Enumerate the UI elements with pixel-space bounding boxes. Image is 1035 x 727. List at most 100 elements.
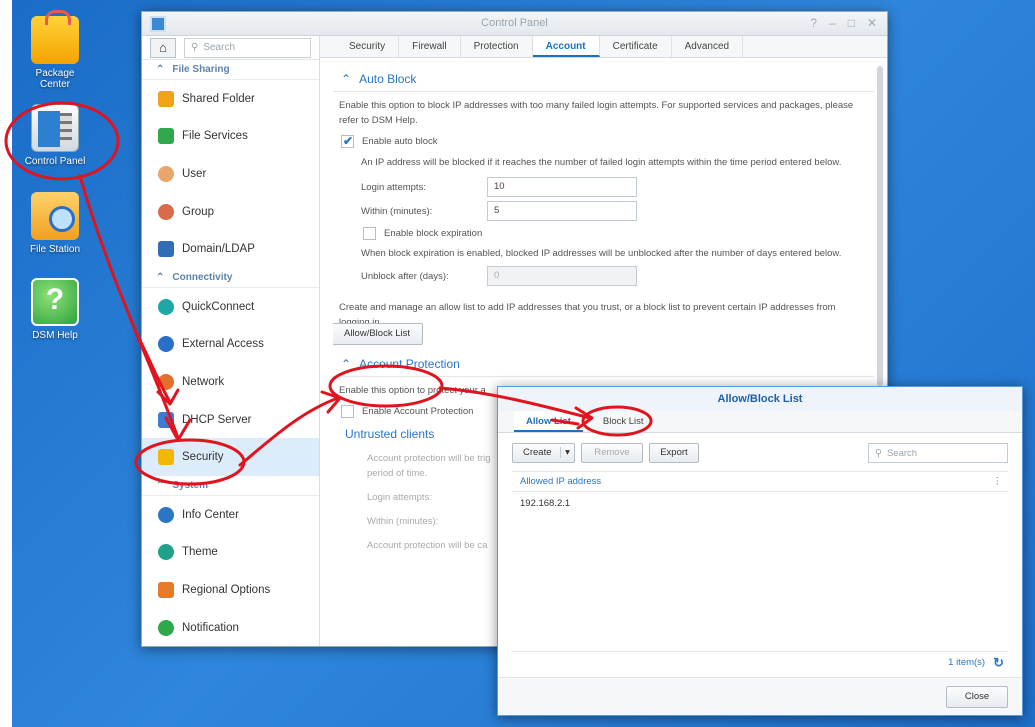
remove-button[interactable]: Remove bbox=[580, 443, 643, 463]
column-menu-icon[interactable]: ⋮ bbox=[993, 476, 1003, 487]
sidebar-search-input[interactable]: ⚲ Search bbox=[184, 37, 311, 58]
tab-firewall[interactable]: Firewall bbox=[399, 36, 461, 57]
scrollbar[interactable] bbox=[877, 66, 883, 386]
globe-icon bbox=[158, 336, 174, 353]
desktop-edge bbox=[0, 0, 12, 727]
allow-block-list-button[interactable]: Allow/Block List bbox=[333, 323, 423, 345]
section-account-protection[interactable]: ⌃ Account Protection bbox=[333, 351, 874, 377]
help-icon[interactable]: ? bbox=[810, 16, 817, 30]
desktop-package-center[interactable]: Package Center bbox=[12, 10, 98, 90]
section-auto-block[interactable]: ⌃ Auto Block bbox=[333, 66, 874, 92]
login-attempts-input[interactable]: 10 bbox=[487, 177, 637, 197]
chevron-down-icon[interactable]: ▾ bbox=[560, 447, 574, 458]
package-center-icon bbox=[31, 10, 79, 64]
sidebar-item-theme[interactable]: Theme bbox=[142, 534, 319, 572]
sidebar-item-domain-ldap[interactable]: Domain/LDAP bbox=[142, 230, 319, 268]
item-count: 1 item(s) bbox=[948, 657, 986, 668]
enable-block-expiration-label: Enable block expiration bbox=[384, 228, 483, 239]
create-button-label: Create bbox=[523, 447, 552, 458]
tab-allow-list[interactable]: Allow List bbox=[514, 411, 583, 432]
desktop-icon-label: File Station bbox=[29, 244, 81, 255]
dialog-tab-bar: Allow List Block List bbox=[498, 411, 1022, 433]
sidebar-item-label: User bbox=[182, 167, 207, 180]
sidebar-item-notification[interactable]: Notification bbox=[142, 609, 319, 646]
notification-icon bbox=[158, 619, 174, 636]
enable-account-protection-checkbox[interactable] bbox=[341, 405, 354, 418]
sidebar-item-label: Regional Options bbox=[182, 583, 271, 596]
sidebar-item-shared-folder[interactable]: Shared Folder bbox=[142, 80, 319, 118]
sidebar-item-regional-options[interactable]: Regional Options bbox=[142, 571, 319, 609]
within-minutes-input[interactable]: 5 bbox=[487, 201, 637, 221]
sidebar-item-label: DHCP Server bbox=[182, 413, 252, 426]
info-icon bbox=[158, 506, 174, 523]
chevron-up-icon: ⌃ bbox=[156, 479, 165, 491]
sidebar-item-label: Notification bbox=[182, 621, 239, 634]
section-label: System bbox=[172, 479, 208, 491]
auto-block-rule-text: An IP address will be blocked if it reac… bbox=[361, 157, 842, 168]
window-titlebar[interactable]: Control Panel ? – □ ✕ bbox=[142, 12, 887, 36]
table-row[interactable]: 192.168.2.1 bbox=[512, 492, 1008, 514]
sidebar-item-network[interactable]: Network bbox=[142, 363, 319, 401]
create-button[interactable]: Create ▾ bbox=[512, 443, 575, 463]
tab-account[interactable]: Account bbox=[532, 36, 600, 57]
refresh-icon[interactable]: ↻ bbox=[993, 655, 1004, 671]
close-button[interactable]: Close bbox=[946, 686, 1008, 708]
tab-bar: Security Firewall Protection Account Cer… bbox=[320, 36, 887, 58]
desktop-dsm-help[interactable]: ? DSM Help bbox=[12, 278, 98, 341]
column-header-allowed-ip[interactable]: Allowed IP address bbox=[520, 476, 601, 487]
sidebar-item-group[interactable]: Group bbox=[142, 193, 319, 231]
section-file-sharing[interactable]: ⌃ File Sharing bbox=[142, 60, 319, 80]
sidebar-item-file-services[interactable]: File Services bbox=[142, 118, 319, 156]
within-minutes-label: Within (minutes): bbox=[361, 205, 433, 217]
group-icon bbox=[158, 203, 174, 220]
dialog-toolbar: Create ▾ Remove Export ⚲ Search bbox=[512, 443, 1008, 463]
grid-footer: 1 item(s) ↻ bbox=[512, 651, 1008, 673]
desktop-icon-label: DSM Help bbox=[32, 330, 78, 341]
unblock-after-label: Unblock after (days): bbox=[361, 270, 449, 282]
enable-auto-block-checkbox[interactable] bbox=[341, 134, 354, 148]
user-icon bbox=[158, 165, 174, 182]
desktop-file-station[interactable]: File Station bbox=[12, 192, 98, 255]
sidebar-item-label: Network bbox=[182, 375, 225, 388]
tab-security[interactable]: Security bbox=[336, 36, 400, 57]
palette-icon bbox=[158, 544, 174, 561]
network-icon bbox=[158, 373, 174, 390]
tab-block-list[interactable]: Block List bbox=[591, 411, 656, 432]
sidebar-item-external-access[interactable]: External Access bbox=[142, 326, 319, 364]
sidebar-item-label: Theme bbox=[182, 546, 218, 559]
allow-block-list-text: Create and manage an allow list to add I… bbox=[339, 302, 836, 323]
minimize-icon[interactable]: – bbox=[829, 16, 836, 30]
maximize-icon[interactable]: □ bbox=[848, 16, 855, 30]
search-icon: ⚲ bbox=[191, 42, 199, 53]
tab-certificate[interactable]: Certificate bbox=[600, 36, 672, 57]
sidebar-item-label: QuickConnect bbox=[182, 300, 255, 313]
dialog-search-input[interactable]: ⚲ Search bbox=[868, 443, 1008, 463]
section-label: Connectivity bbox=[172, 271, 233, 283]
chevron-up-icon: ⌃ bbox=[341, 356, 352, 371]
sidebar-item-user[interactable]: User bbox=[142, 155, 319, 193]
window-title: Control Panel bbox=[481, 17, 548, 29]
enable-block-expiration-checkbox[interactable] bbox=[363, 227, 376, 240]
unblock-after-input[interactable]: 0 bbox=[487, 266, 637, 286]
desktop-icon-label: Package Center bbox=[35, 68, 75, 90]
dialog-footer: Close bbox=[498, 677, 1022, 715]
sidebar-item-quickconnect[interactable]: QuickConnect bbox=[142, 288, 319, 326]
dialog-title[interactable]: Allow/Block List bbox=[498, 387, 1022, 411]
block-expiration-text: When block expiration is enabled, blocke… bbox=[361, 248, 842, 259]
control-panel-icon bbox=[31, 104, 79, 152]
section-connectivity[interactable]: ⌃ Connectivity bbox=[142, 268, 319, 288]
sidebar-item-label: File Services bbox=[182, 130, 248, 143]
tab-advanced[interactable]: Advanced bbox=[672, 36, 744, 57]
sidebar-item-info-center[interactable]: Info Center bbox=[142, 496, 319, 534]
export-button[interactable]: Export bbox=[648, 443, 699, 463]
sidebar-item-security[interactable]: Security bbox=[142, 438, 319, 476]
section-system[interactable]: ⌃ System bbox=[142, 476, 319, 496]
home-button[interactable]: ⌂ bbox=[150, 37, 176, 58]
close-icon[interactable]: ✕ bbox=[867, 16, 877, 30]
shared-folder-icon bbox=[158, 90, 174, 107]
tab-protection[interactable]: Protection bbox=[461, 36, 533, 57]
regional-options-icon bbox=[158, 581, 174, 598]
sidebar-item-dhcp-server[interactable]: DHCP Server bbox=[142, 401, 319, 439]
section-title: Auto Block bbox=[359, 71, 417, 86]
desktop-control-panel[interactable]: Control Panel bbox=[12, 104, 98, 167]
